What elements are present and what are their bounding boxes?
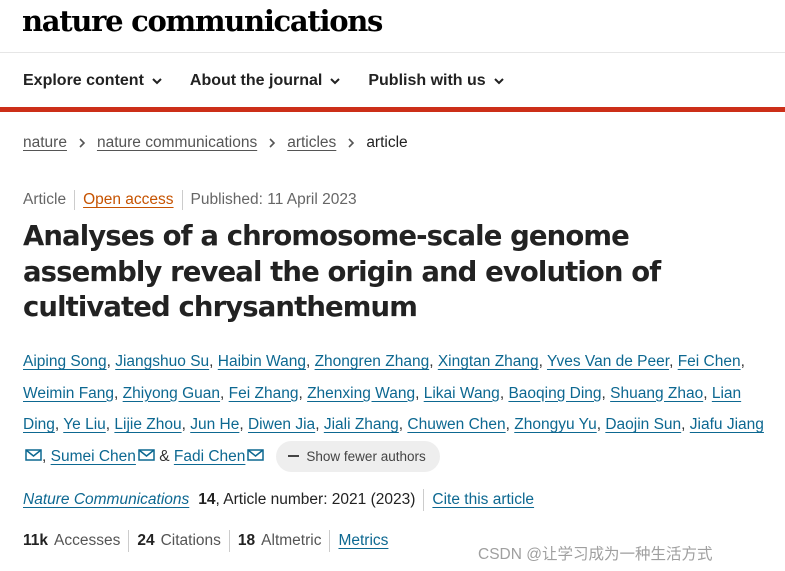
author-link[interactable]: Fei Chen	[678, 353, 741, 370]
meta-divider	[181, 190, 183, 210]
journal-volume: 14	[198, 491, 216, 508]
author-link[interactable]: Zhiyong Guan	[123, 385, 220, 402]
author-link[interactable]: Jun He	[190, 416, 239, 433]
accesses-count: 11k	[23, 532, 49, 549]
watermark: CSDN @让学习成为一种生活方式	[478, 546, 713, 563]
article-meta: Article Open access Published: 11 April …	[23, 190, 357, 210]
author-ampersand: &	[159, 447, 170, 465]
author-link[interactable]: Ye Liu	[63, 416, 106, 433]
metrics-divider	[329, 530, 331, 552]
mail-icon[interactable]	[247, 448, 265, 461]
nav-about-journal-label: About the journal	[189, 72, 323, 89]
author-link[interactable]: Shuang Zhao	[610, 385, 703, 402]
author-list: Aiping Song, Jiangshuo Su, Haibin Wang, …	[23, 346, 768, 472]
author-link[interactable]: Chuwen Chen	[407, 416, 505, 433]
author-link[interactable]: Yves Van de Peer	[547, 353, 669, 370]
accent-bar	[0, 107, 785, 112]
author-link[interactable]: Xingtan Zhang	[438, 353, 539, 370]
citations-count: 24	[137, 532, 155, 549]
header-divider	[0, 52, 785, 53]
chevron-right-icon	[79, 138, 86, 148]
author-link[interactable]: Fadi Chen	[174, 448, 246, 465]
breadcrumb-nature-communications[interactable]: nature communications	[97, 134, 257, 152]
author-link[interactable]: Baoqing Ding	[508, 385, 601, 402]
author-link[interactable]: Zhenxing Wang	[307, 385, 415, 402]
article-number: , Article number: 2021 (2023)	[215, 491, 416, 508]
author-link[interactable]: Daojin Sun	[605, 416, 681, 433]
author-link[interactable]: Haibin Wang	[218, 353, 306, 370]
breadcrumb-nature[interactable]: nature	[23, 134, 67, 152]
altmetric-label: Altmetric	[261, 532, 322, 549]
show-fewer-authors-button[interactable]: Show fewer authors	[276, 440, 440, 472]
author-link[interactable]: Zhongyu Yu	[514, 416, 596, 433]
citations-label: Citations	[160, 532, 221, 549]
author-link[interactable]: Weimin Fang	[23, 385, 114, 402]
breadcrumb-current: article	[366, 134, 408, 151]
chevron-down-icon	[493, 78, 504, 85]
journal-name-link[interactable]: Nature Communications	[23, 491, 189, 509]
main-nav: Explore content About the journal Publis…	[23, 70, 532, 92]
metrics-divider	[228, 530, 230, 552]
author-link[interactable]: Jiafu Jiang	[690, 416, 764, 433]
cite-this-article-link[interactable]: Cite this article	[432, 491, 534, 509]
altmetric-score: 18	[237, 532, 256, 549]
author-link[interactable]: Lijie Zhou	[114, 416, 181, 433]
article-title: Analyses of a chromosome-scale genome as…	[23, 220, 661, 323]
article-metrics: 11k Accesses 24 Citations 18 Altmetric M…	[23, 530, 388, 552]
breadcrumb: nature nature communications articles ar…	[23, 134, 408, 152]
breadcrumb-articles[interactable]: articles	[287, 134, 336, 152]
meta-divider	[74, 190, 76, 210]
nav-explore-content[interactable]: Explore content	[23, 72, 163, 90]
author-link[interactable]: Diwen Jia	[248, 416, 315, 433]
citation-divider	[423, 489, 425, 511]
author-link[interactable]: Fei Zhang	[229, 385, 299, 402]
chevron-right-icon	[269, 138, 276, 148]
open-access-link[interactable]: Open access	[83, 191, 173, 209]
minus-icon	[288, 455, 300, 458]
nav-about-journal[interactable]: About the journal	[190, 72, 341, 90]
author-link[interactable]: Likai Wang	[424, 385, 500, 402]
journal-citation: Nature Communications 14 , Article numbe…	[23, 489, 534, 511]
metrics-divider	[128, 530, 130, 552]
chevron-down-icon	[152, 78, 162, 85]
mail-icon[interactable]	[138, 448, 155, 461]
nav-publish-with-us[interactable]: Publish with us	[368, 72, 504, 90]
published-date: Published: 11 April 2023	[190, 191, 357, 208]
author-link[interactable]: Aiping Song	[23, 353, 107, 370]
article-type: Article	[23, 191, 67, 208]
metrics-link[interactable]: Metrics	[338, 532, 388, 550]
author-link[interactable]: Jiali Zhang	[324, 416, 399, 433]
accesses-label: Accesses	[54, 532, 121, 549]
show-fewer-authors-label: Show fewer authors	[306, 448, 426, 464]
author-link[interactable]: Jiangshuo Su	[115, 353, 209, 370]
mail-icon[interactable]	[25, 448, 42, 461]
author-link[interactable]: Zhongren Zhang	[315, 353, 430, 370]
nav-publish-label: Publish with us	[368, 72, 486, 89]
site-logo[interactable]: nature communications	[22, 4, 383, 38]
chevron-down-icon	[330, 78, 341, 85]
nav-explore-content-label: Explore content	[23, 72, 144, 89]
author-link[interactable]: Sumei Chen	[51, 448, 136, 465]
chevron-right-icon	[348, 138, 355, 148]
